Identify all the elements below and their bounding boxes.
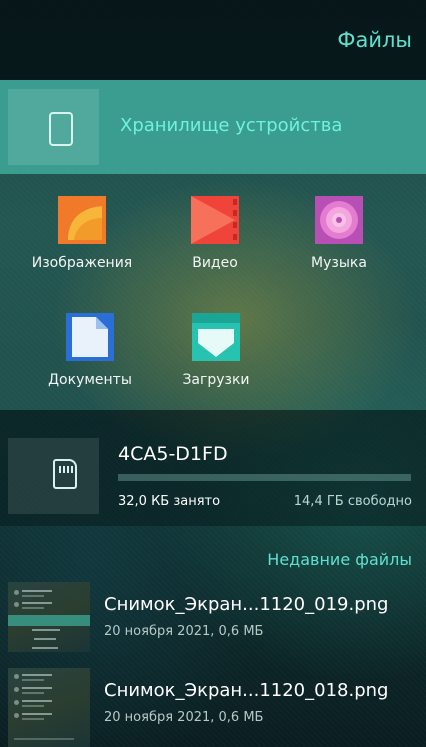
sd-card-name: 4CA5-D1FD [118,443,228,465]
category-downloads-label: Загрузки [182,372,250,388]
app-header: Файлы [0,0,426,80]
category-downloads[interactable]: Загрузки [156,313,276,388]
device-storage-label: Хранилище устройства [120,115,343,136]
file-name: Снимок_Экран...1120_019.png [104,594,389,615]
sd-card-free: 14,4 ГБ свободно [293,494,412,509]
category-music-label: Музыка [311,255,367,271]
recent-file-item[interactable]: Снимок_Экран...1120_019.png 20 ноября 20… [0,582,426,652]
file-name: Снимок_Экран...1120_018.png [104,680,389,701]
file-thumbnail [8,668,90,747]
sd-card-usage-bar [118,474,411,481]
sd-card-storage[interactable]: 4CA5-D1FD 32,0 КБ занято 14,4 ГБ свободн… [0,410,426,526]
category-documents-label: Документы [48,372,132,388]
recent-file-item[interactable]: Снимок_Экран...1120_018.png 20 ноября 20… [0,668,426,747]
category-documents[interactable]: Документы [30,313,150,388]
phone-icon [49,112,73,146]
file-thumbnail [8,582,90,652]
sd-card-used: 32,0 КБ занято [118,494,221,509]
sd-card-tile [8,438,99,514]
recent-files-link[interactable]: Недавние файлы [267,550,412,569]
category-music[interactable]: Музыка [279,196,399,271]
video-icon [191,196,239,244]
sd-card-icon [53,459,77,489]
category-video-label: Видео [192,255,238,271]
page-title: Файлы [337,28,412,52]
category-images[interactable]: Изображения [22,196,142,271]
documents-icon [66,313,114,361]
images-icon [58,196,106,244]
category-images-label: Изображения [31,255,133,271]
device-storage-tile [8,89,99,165]
category-video[interactable]: Видео [155,196,275,271]
file-meta: 20 ноября 2021, 0,6 МБ [104,624,264,639]
downloads-icon [192,313,240,361]
device-storage-button[interactable]: Хранилище устройства [0,80,426,174]
music-icon [315,196,363,244]
file-meta: 20 ноября 2021, 0,6 МБ [104,710,264,725]
